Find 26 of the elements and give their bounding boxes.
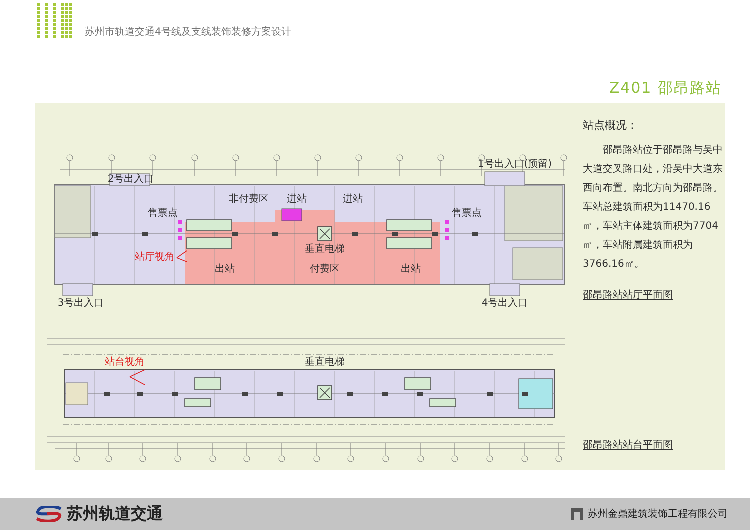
room-label: 3号出入口 [58,298,104,309]
room-label: 售票点 [452,208,482,219]
plan-caption: 邵昂路站站台平面图 [583,438,674,452]
room-label: 进站 [343,194,363,205]
plan-caption: 邵昂路站站厅平面图 [583,288,674,302]
room-label: 垂直电梯 [305,357,345,368]
viewpoint-label: 站台视角 [105,357,145,368]
room-label: 1号出入口(预留) [478,159,552,170]
room-label: 进站 [287,194,307,205]
room-label: 出站 [215,264,235,275]
swoosh-logo-icon [35,506,63,522]
building-logo-icon [571,508,583,520]
overview-paragraph: 邵昂路站位于邵昂路与吴中大道交叉路口处，沿吴中大道东西向布置。南北方向为邵昂路。车站总建筑面积为11470.16㎡，车站主体建筑面积为7704㎡，车站附属建筑面积为3766.16㎡。 [583,144,724,272]
room-label: 垂直电梯 [305,244,345,255]
overview-heading: 站点概况： [583,118,639,133]
logo-text: 苏州轨道交通 [67,504,163,524]
company-name: 苏州金鼎建筑装饰工程有限公司 [588,508,728,521]
viewpoint-label: 站厅视角 [135,252,175,263]
room-label: 付费区 [310,264,340,275]
room-label: 4号出入口 [482,298,528,309]
room-label: 出站 [401,264,421,275]
project-title: 苏州市轨道交通4号线及支线装饰装修方案设计 [85,27,292,39]
room-label: 非付费区 [229,194,269,205]
room-label: 2号出入口 [108,174,154,185]
room-label: 售票点 [148,208,178,219]
station-title: Z401 邵昂路站 [609,78,722,98]
